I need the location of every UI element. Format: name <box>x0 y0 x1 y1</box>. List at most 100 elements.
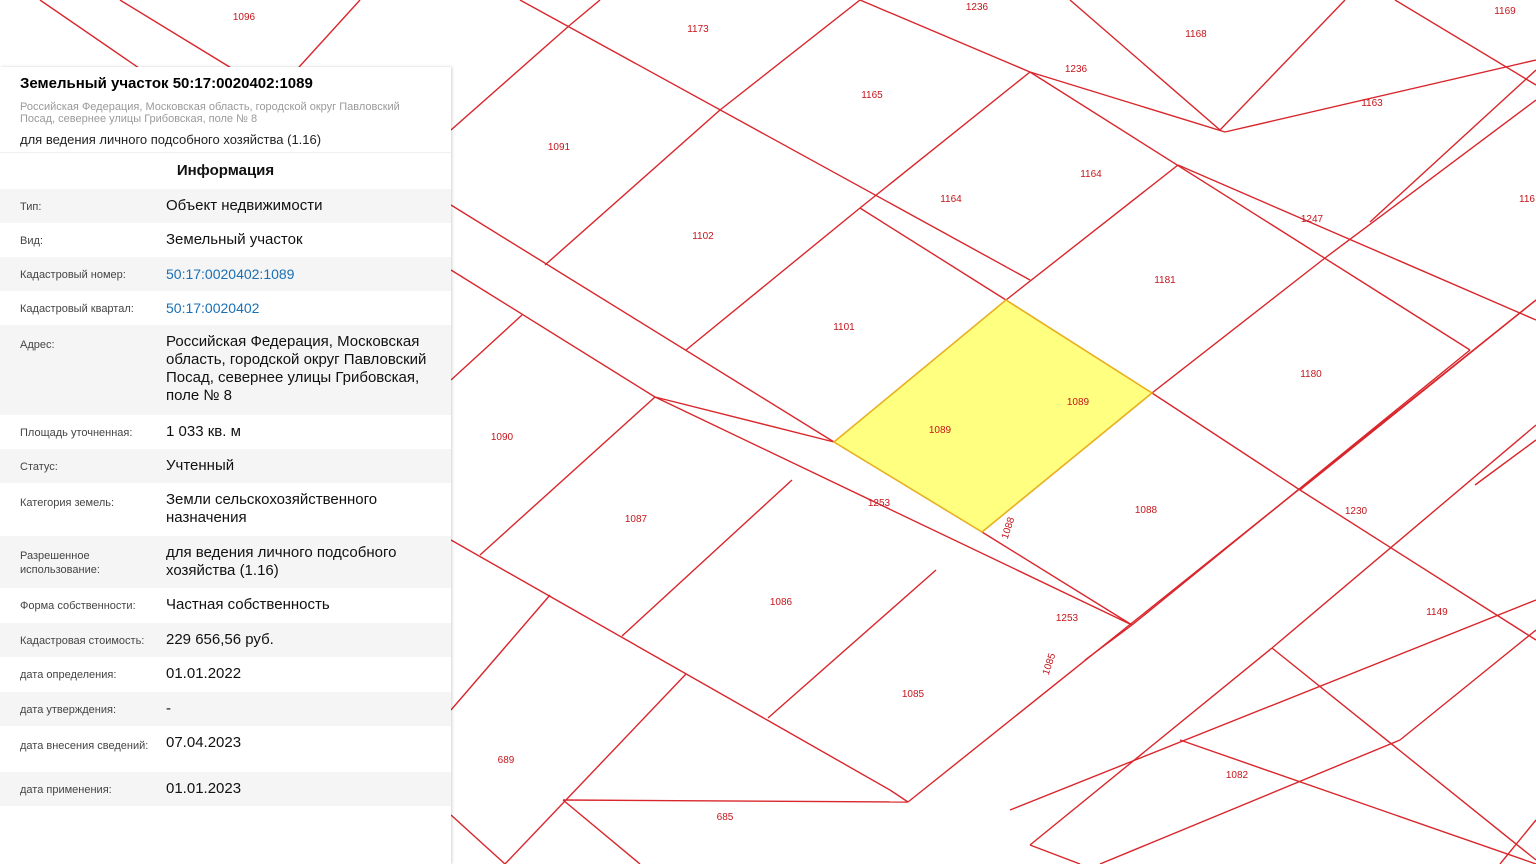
parcel-number-label: 1180 <box>1300 369 1322 380</box>
info-row-key: Вид: <box>20 235 43 247</box>
parcel-boundary-line <box>1474 439 1536 486</box>
info-row-key: Разрешенное использование: <box>20 550 100 576</box>
parcel-boundary-line <box>1324 99 1536 259</box>
info-row-link[interactable]: 50:17:0020402 <box>166 291 436 317</box>
parcel-number-label: 1253 <box>1056 613 1079 624</box>
info-row: Кадастровый квартал: 50:17:0020402 <box>0 291 451 325</box>
parcel-boundary-line <box>1179 739 1536 864</box>
info-row-value: Земли сельскохозяйственного назначения <box>166 491 378 526</box>
parcel-boundary-line <box>1005 164 1179 301</box>
parcel-boundary-line <box>719 0 861 111</box>
parcel-boundary-line <box>1177 164 1536 321</box>
parcel-number-label: 1085 <box>902 689 925 700</box>
info-row-key: Кадастровый номер: <box>20 269 126 281</box>
info-row: дата применения: 01.01.2023 <box>0 772 451 806</box>
parcel-number-label: 685 <box>717 812 734 823</box>
info-row: Статус: Учтенный <box>0 449 451 483</box>
parcel-use: для ведения личного подсобного хозяйства… <box>20 132 322 147</box>
info-row-key: дата применения: <box>20 784 112 796</box>
parcel-number-label: 1165 <box>861 90 883 101</box>
parcel-number-label: 1236 <box>966 2 989 13</box>
parcel-number-label: 1164 <box>940 194 962 205</box>
parcel-boundary-line <box>859 207 1007 301</box>
parcel-number-label: 1090 <box>491 432 514 443</box>
parcel-number-label: 1247 <box>1301 214 1324 225</box>
parcel-number-label: 1089 <box>929 425 952 436</box>
info-row-value: 229 656,56 руб. <box>166 631 274 648</box>
parcel-number-label: 1086 <box>770 597 793 608</box>
info-row: Кадастровый номер: 50:17:0020402:1089 <box>0 257 451 291</box>
info-row-value: Частная собственность <box>166 596 330 613</box>
parcel-boundary-line <box>1029 647 1273 846</box>
info-row-key: дата определения: <box>20 669 117 681</box>
info-row: Вид: Земельный участок <box>0 223 451 257</box>
parcel-boundary-line <box>450 539 891 791</box>
info-row-link[interactable]: 50:17:0020402:1089 <box>166 257 436 283</box>
parcel-number-label: 1087 <box>625 514 648 525</box>
info-row: Форма собственности: Частная собственност… <box>0 588 451 623</box>
info-row: дата внесения сведений: 07.04.2023 <box>0 726 451 772</box>
info-row-key: Кадастровая стоимость: <box>20 635 145 647</box>
parcel-boundary-line <box>562 799 909 803</box>
info-row: дата определения: 01.01.2022 <box>0 657 451 692</box>
info-row-value: 01.01.2023 <box>166 780 242 797</box>
info-row-value: 01.01.2022 <box>166 665 242 682</box>
info-row-key: Адрес: <box>20 339 55 351</box>
parcel-number-label: 1082 <box>1226 770 1249 781</box>
parcel-boundary-line <box>450 814 506 864</box>
parcel-boundary-line <box>450 594 551 711</box>
parcel-boundary-line <box>519 0 1031 281</box>
info-row-value: 1 033 кв. м <box>166 423 241 440</box>
parcel-boundary-line <box>450 24 571 131</box>
info-row-value: Объект недвижимости <box>166 197 323 214</box>
parcel-number-label: 1253 <box>868 498 891 509</box>
panel-header: Земельный участок 50:17:0020402:1089 Рос… <box>0 67 451 148</box>
parcel-boundary-line <box>859 71 1031 209</box>
parcel-number-label: 116 <box>1519 194 1535 205</box>
parcel-number-label: 1230 <box>1345 506 1368 517</box>
parcel-boundary-line <box>1029 71 1471 351</box>
parcel-boundary-line <box>1029 71 1226 133</box>
parcel-number-label: 1173 <box>687 24 709 35</box>
info-row-key: Статус: <box>20 461 58 473</box>
info-row: Разрешенное использование: для ведения ли… <box>0 536 451 588</box>
parcel-boundary-line <box>1224 59 1536 133</box>
info-row-key: дата утверждения: <box>20 704 117 716</box>
info-row: Адрес: Российская Федерация, Московская о… <box>0 325 451 415</box>
parcel-boundary-line <box>889 789 909 803</box>
parcel-number-label: 1096 <box>233 12 256 23</box>
parcel-boundary-line <box>1029 844 1081 864</box>
parcel-boundary-line <box>654 396 835 443</box>
info-row: Кадастровая стоимость: 229 656,56 руб. <box>0 623 451 657</box>
info-row-key: Площадь уточненная: <box>20 427 133 439</box>
info-row: дата утверждения: - <box>0 692 451 726</box>
parcel-title: Земельный участок 50:17:0020402:1089 <box>20 75 313 92</box>
info-row-value: Земельный участок <box>166 231 303 248</box>
parcel-number-label: 1164 <box>1080 169 1102 180</box>
parcel-number-label: 1088 <box>1135 505 1158 516</box>
info-row-value: 07.04.2023 <box>166 734 242 751</box>
parcel-number-label: 1168 <box>1185 29 1207 40</box>
info-table: Тип: Объект недвижимости Вид: Земельный уча… <box>0 189 451 806</box>
info-row: Тип: Объект недвижимости <box>0 189 451 223</box>
parcel-boundary-line <box>1219 0 1346 131</box>
parcel-number-label: 1088 <box>1000 516 1017 541</box>
parcel-number-label: 689 <box>498 755 515 766</box>
parcel-number-label: 1085 <box>1041 652 1058 677</box>
info-row-key: Категория земель: <box>20 497 115 509</box>
parcel-boundary-line <box>1271 647 1536 861</box>
parcel-boundary-line <box>981 531 1133 626</box>
info-row: Площадь уточненная: 1 033 кв. м <box>0 415 451 449</box>
parcel-boundary-line <box>621 479 793 637</box>
parcel-boundary-line <box>1299 489 1536 641</box>
section-title-info: Информация <box>0 152 451 189</box>
info-row-key: Кадастровый квартал: <box>20 303 134 315</box>
info-row-key: Форма собственности: <box>20 600 136 612</box>
info-row: Категория земель: Земли сельскохозяйствен… <box>0 483 451 536</box>
parcel-boundary-line <box>450 204 835 443</box>
parcel-number-label: 1102 <box>692 231 714 242</box>
parcel-boundary-line <box>562 799 641 864</box>
parcel-boundary-line <box>859 0 1031 73</box>
parcel-boundary-line <box>1009 599 1536 811</box>
parcel-boundary-line <box>1099 739 1401 864</box>
